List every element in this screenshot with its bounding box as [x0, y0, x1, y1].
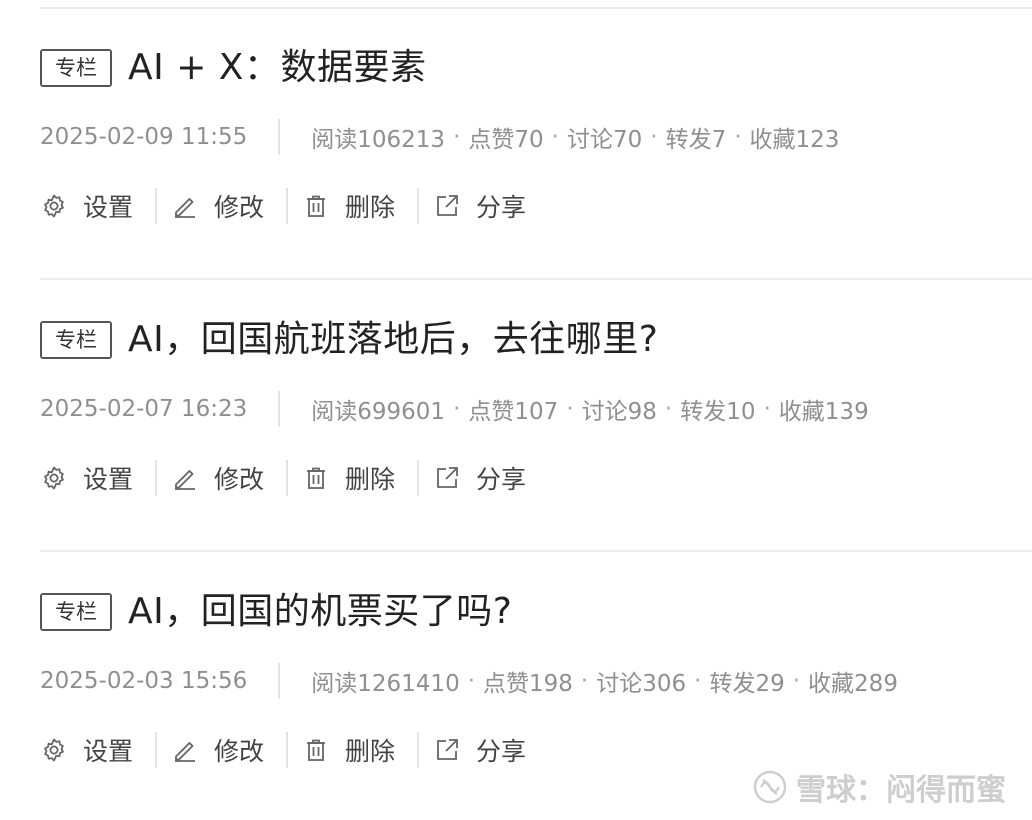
delete-button[interactable]: 删除: [302, 460, 395, 496]
column-tag: 专栏: [40, 593, 112, 631]
publish-date: 2025-02-09 11:55: [40, 124, 248, 150]
publish-date: 2025-02-03 15:56: [40, 668, 248, 694]
stat-separator: ·: [453, 396, 461, 422]
stat-separator: ·: [453, 124, 461, 150]
edit-button[interactable]: 修改: [171, 732, 264, 768]
article-title-row[interactable]: 专栏 AI，回国的机票买了吗?: [40, 590, 512, 634]
article-actions: 设置 修改 删除 分享: [40, 458, 526, 498]
stat-separator: ·: [664, 396, 673, 422]
stat-separator: ·: [580, 668, 589, 694]
column-tag: 专栏: [40, 49, 112, 87]
delete-button[interactable]: 删除: [302, 188, 395, 224]
stat-likes: 点赞70: [468, 127, 544, 153]
gear-icon: [40, 736, 68, 764]
share-icon: [433, 192, 461, 220]
share-label: 分享: [476, 465, 527, 494]
action-divider: [417, 732, 420, 768]
column-tag: 专栏: [40, 321, 112, 359]
stat-reposts: 转发10: [680, 399, 756, 425]
article-meta: 2025-02-07 16:23 阅读699601 · 点赞107 · 讨论98…: [40, 390, 869, 428]
settings-label: 设置: [83, 737, 134, 766]
stat-separator: ·: [763, 396, 771, 422]
meta-divider: [278, 391, 281, 427]
pencil-icon: [171, 192, 199, 220]
edit-label: 修改: [214, 465, 265, 494]
edit-button[interactable]: 修改: [171, 188, 264, 224]
action-divider: [286, 188, 289, 224]
trash-icon: [302, 736, 330, 764]
stat-reposts: 转发7: [665, 127, 727, 153]
stat-separator: ·: [467, 668, 476, 694]
delete-button[interactable]: 删除: [302, 732, 395, 768]
meta-divider: [278, 663, 281, 699]
delete-label: 删除: [345, 193, 396, 222]
stat-reads: 阅读699601: [311, 399, 446, 425]
watermark: 雪球：闷得而蜜: [752, 765, 1006, 809]
article-actions: 设置 修改 删除 分享: [40, 730, 526, 770]
edit-label: 修改: [214, 737, 265, 766]
edit-button[interactable]: 修改: [171, 460, 264, 496]
action-divider: [286, 460, 289, 496]
article-item: 专栏 AI + X：数据要素 2025-02-09 11:55 阅读106213…: [40, 8, 1032, 280]
snowball-logo-icon: [752, 769, 788, 805]
share-button[interactable]: 分享: [433, 732, 526, 768]
action-divider: [286, 732, 289, 768]
stat-comments: 讨论98: [581, 399, 657, 425]
article-title[interactable]: AI，回国航班落地后，去往哪里?: [128, 322, 658, 358]
article-item: 专栏 AI，回国航班落地后，去往哪里? 2025-02-07 16:23 阅读6…: [40, 280, 1032, 552]
publish-date: 2025-02-07 16:23: [40, 396, 248, 422]
settings-label: 设置: [83, 465, 134, 494]
share-button[interactable]: 分享: [433, 460, 526, 496]
edit-label: 修改: [214, 193, 265, 222]
settings-label: 设置: [83, 193, 134, 222]
stat-separator: ·: [694, 668, 702, 694]
share-label: 分享: [476, 193, 527, 222]
stat-favorites: 收藏289: [808, 671, 898, 697]
article-meta: 2025-02-03 15:56 阅读1261410 · 点赞198 · 讨论3…: [40, 662, 898, 700]
meta-divider: [278, 119, 281, 155]
action-divider: [155, 188, 158, 224]
trash-icon: [302, 464, 330, 492]
stat-separator: ·: [792, 668, 801, 694]
article-actions: 设置 修改 删除 分享: [40, 186, 526, 226]
delete-label: 删除: [345, 737, 396, 766]
article-title[interactable]: AI，回国的机票买了吗?: [128, 594, 512, 630]
stat-reposts: 转发29: [709, 671, 785, 697]
action-divider: [155, 732, 158, 768]
delete-label: 删除: [345, 465, 396, 494]
stat-separator: ·: [734, 124, 742, 150]
stat-reads: 阅读1261410: [311, 671, 460, 697]
stat-likes: 点赞107: [468, 399, 559, 425]
article-title-row[interactable]: 专栏 AI + X：数据要素: [40, 46, 426, 90]
settings-button[interactable]: 设置: [40, 732, 133, 768]
stat-likes: 点赞198: [483, 671, 573, 697]
stat-favorites: 收藏123: [749, 127, 840, 153]
action-divider: [417, 188, 420, 224]
stat-separator: ·: [566, 396, 574, 422]
gear-icon: [40, 464, 68, 492]
stat-separator: ·: [551, 124, 559, 150]
settings-button[interactable]: 设置: [40, 188, 133, 224]
stat-separator: ·: [650, 124, 658, 150]
stat-comments: 讨论70: [566, 127, 643, 153]
pencil-icon: [171, 736, 199, 764]
action-divider: [417, 460, 420, 496]
article-meta: 2025-02-09 11:55 阅读106213 · 点赞70 · 讨论70 …: [40, 118, 839, 156]
share-icon: [433, 736, 461, 764]
article-title[interactable]: AI + X：数据要素: [128, 50, 426, 86]
settings-button[interactable]: 设置: [40, 460, 133, 496]
pencil-icon: [171, 464, 199, 492]
gear-icon: [40, 192, 68, 220]
share-icon: [433, 464, 461, 492]
share-label: 分享: [476, 737, 527, 766]
stat-comments: 讨论306: [596, 671, 687, 697]
article-title-row[interactable]: 专栏 AI，回国航班落地后，去往哪里?: [40, 318, 658, 362]
trash-icon: [302, 192, 330, 220]
action-divider: [155, 460, 158, 496]
stat-reads: 阅读106213: [311, 127, 446, 153]
share-button[interactable]: 分享: [433, 188, 526, 224]
stat-favorites: 收藏139: [778, 399, 869, 425]
watermark-text: 雪球：闷得而蜜: [796, 773, 1006, 808]
